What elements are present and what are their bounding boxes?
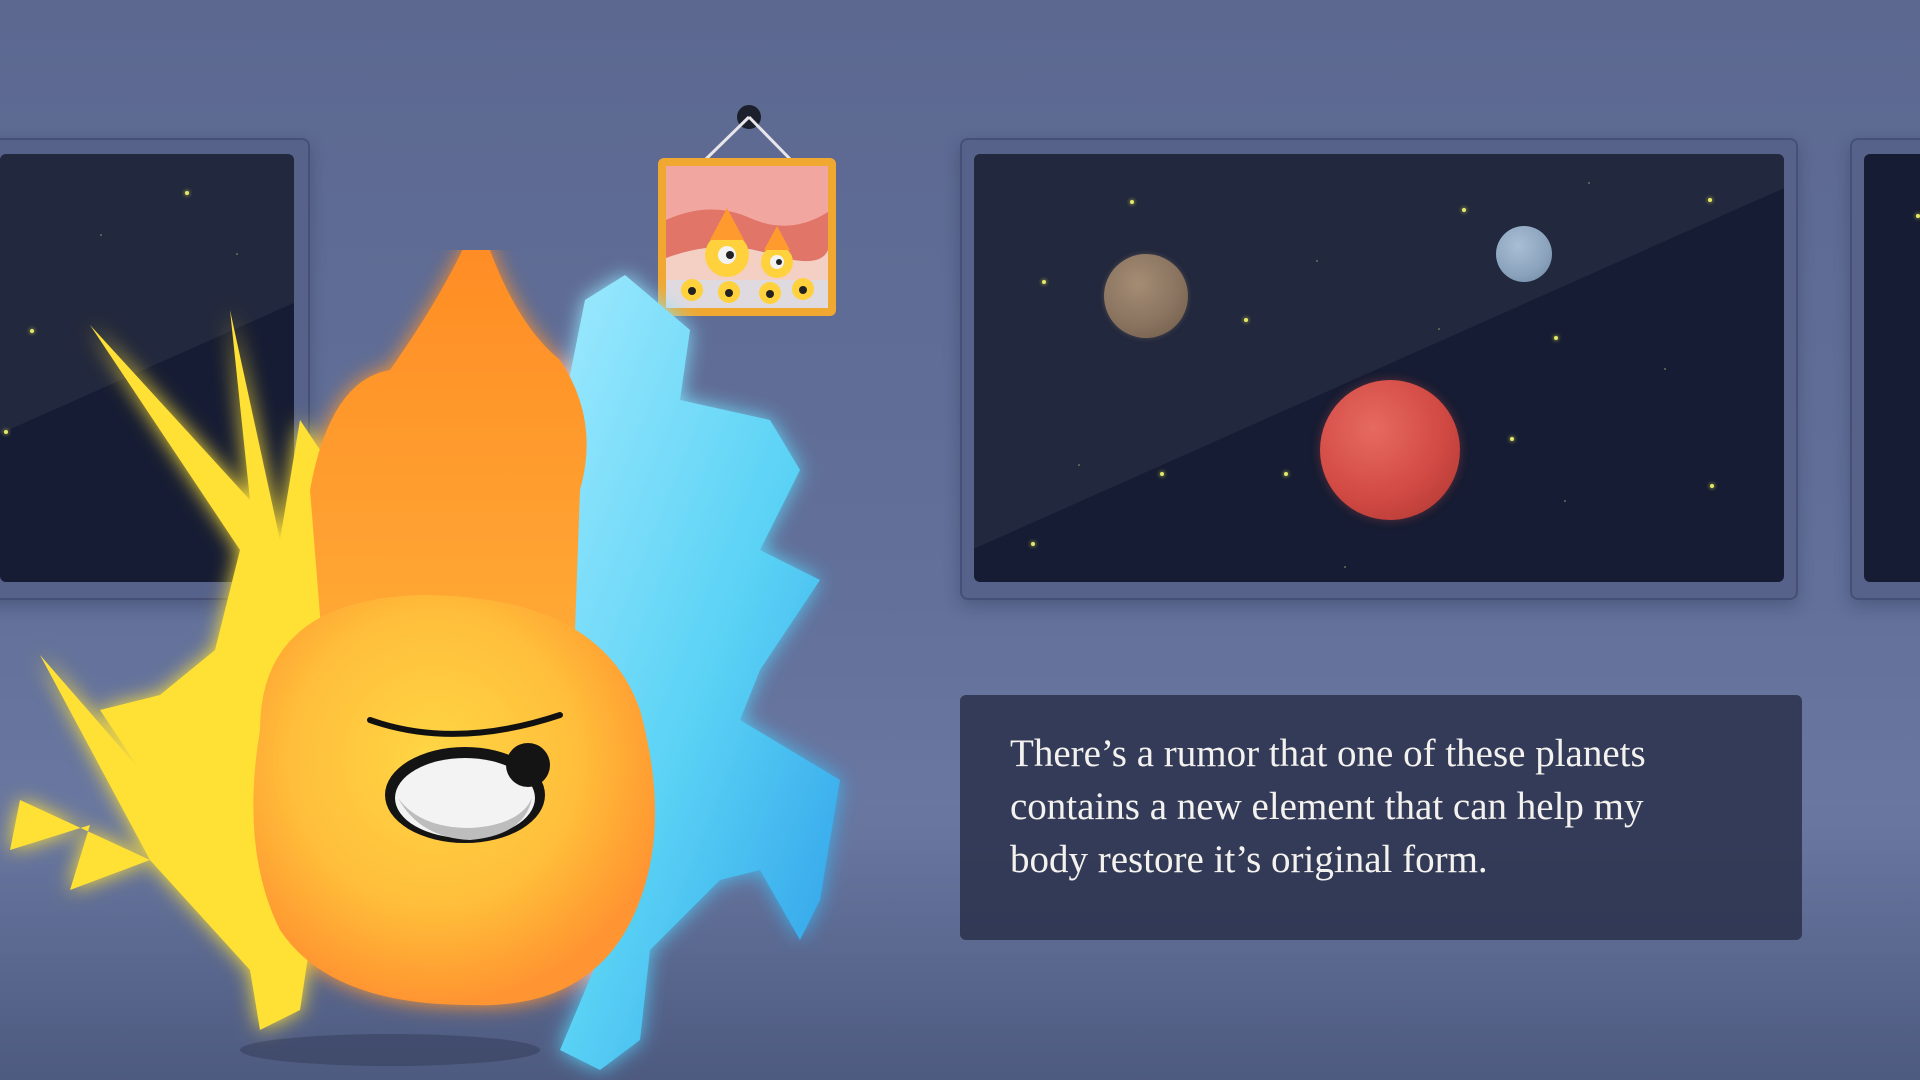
dialogue-line: contains a new element that can help my (1010, 785, 1644, 828)
dialogue-line: body restore it’s original form. (1010, 838, 1488, 881)
star (1078, 464, 1080, 466)
star (1344, 566, 1346, 568)
dialogue-line: There’s a rumor that one of these planet… (1010, 732, 1646, 775)
right-window-frame (1850, 138, 1920, 600)
red-planet-icon[interactable] (1320, 380, 1460, 520)
brown-planet-icon[interactable] (1104, 254, 1188, 338)
star (1708, 198, 1712, 202)
star (1554, 336, 1558, 340)
star (1031, 542, 1035, 546)
star (1664, 368, 1666, 370)
main-window-glass (974, 154, 1784, 582)
star (100, 234, 102, 236)
main-window-frame (960, 138, 1798, 600)
blue-planet-icon[interactable] (1496, 226, 1552, 282)
star (1284, 472, 1288, 476)
game-scene: There’s a rumor that one of these planet… (0, 0, 1920, 1080)
star (1916, 214, 1920, 218)
star (1244, 318, 1248, 322)
star (185, 191, 189, 195)
star (1316, 260, 1318, 262)
right-window-glass (1864, 154, 1920, 582)
dialogue-text: There’s a rumor that one of these planet… (1010, 727, 1770, 886)
star (1160, 472, 1164, 476)
dialogue-box[interactable]: There’s a rumor that one of these planet… (960, 695, 1802, 940)
star (1510, 437, 1514, 441)
star (1130, 200, 1134, 204)
star (1462, 208, 1466, 212)
star (1438, 328, 1440, 330)
star (1588, 182, 1590, 184)
star (1564, 500, 1566, 502)
star (1042, 280, 1046, 284)
hero-character-icon[interactable] (0, 250, 910, 1080)
star (1710, 484, 1714, 488)
